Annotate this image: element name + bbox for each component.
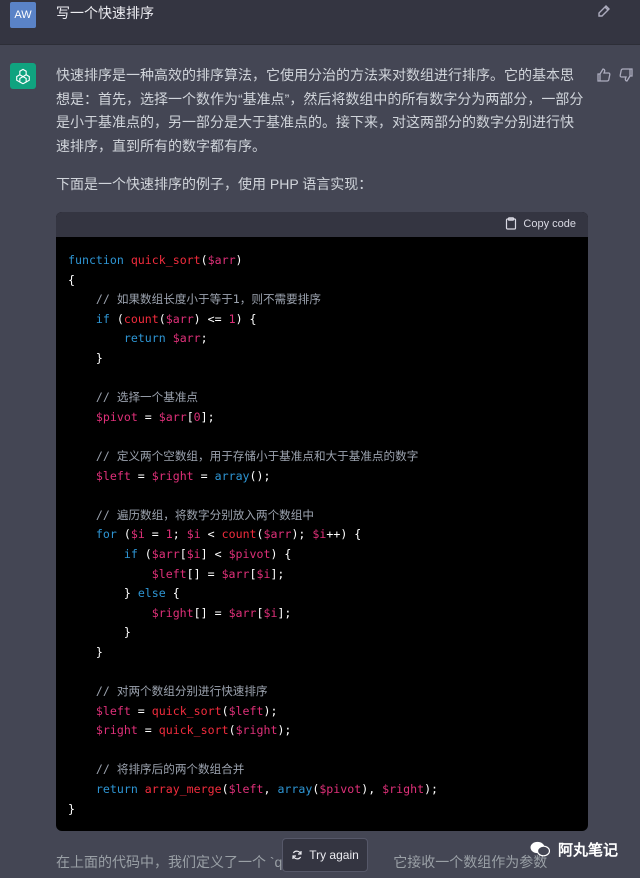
paragraph-start: 在上面的代码中，我们定义了一个 `qui	[56, 854, 294, 870]
code-header: Copy code	[56, 212, 588, 237]
thumbs-down-icon[interactable]	[618, 67, 634, 83]
wechat-watermark: 阿丸笔记	[530, 836, 618, 862]
php-code: function quick_sort($arr) { // 如果数组长度小于等…	[68, 253, 439, 816]
copy-code-button[interactable]: Copy code	[505, 217, 576, 230]
openai-logo-icon	[16, 68, 30, 85]
watermark-text: 阿丸笔记	[558, 841, 619, 859]
user-prompt-text: 写一个快速排序	[56, 5, 154, 21]
response-paragraph: 快速排序是一种高效的排序算法，它使用分治的方法来对数组进行排序。它的基本思想是：…	[56, 67, 584, 154]
code-block: Copy code function quick_sort($arr) { //…	[56, 212, 588, 831]
wechat-icon	[530, 841, 550, 857]
try-again-button[interactable]: Try again	[282, 838, 368, 872]
try-again-label: Try again	[309, 848, 359, 862]
refresh-icon	[292, 850, 302, 860]
user-message-row: AW 写一个快速排序	[0, 0, 640, 45]
paragraph-tail: 它接收一个数组作为参数	[393, 854, 548, 870]
clipboard-icon	[506, 217, 517, 230]
copy-code-label: Copy code	[523, 217, 576, 230]
thumbs-up-icon[interactable]	[596, 67, 612, 83]
edit-icon[interactable]	[596, 3, 612, 19]
assistant-avatar	[10, 63, 36, 89]
user-avatar: AW	[10, 2, 36, 28]
response-paragraph: 下面是一个快速排序的例子，使用 PHP 语言实现：	[56, 176, 373, 192]
